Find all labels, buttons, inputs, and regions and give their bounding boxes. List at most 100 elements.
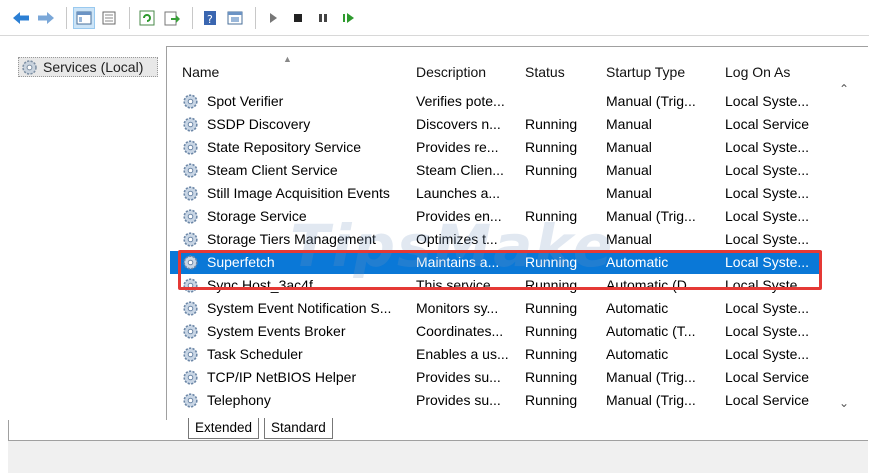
cell-description: Provides en... [416, 208, 502, 224]
cell-log-on-as: Local Service [725, 392, 810, 408]
cell-name: Still Image Acquisition Events [207, 185, 390, 201]
vertical-scrollbar[interactable]: ⌃ ⌄ [822, 78, 868, 420]
stop-icon[interactable] [287, 7, 309, 29]
refresh-icon[interactable] [136, 7, 158, 29]
cell-startup-type: Manual (Trig... [606, 392, 696, 408]
cell-name: Spot Verifier [207, 93, 284, 109]
table-row[interactable]: System Events Broker Coordinates... Runnin… [170, 320, 822, 343]
table-row[interactable]: System Event Notification S... Monitors s… [170, 297, 822, 320]
cell-status [525, 182, 601, 205]
cell-startup-type: Manual [606, 116, 652, 132]
cell-status [525, 228, 601, 251]
table-row[interactable]: Storage Tiers Management Optimizes t... Ma… [170, 228, 822, 251]
cell-status: Running [525, 116, 578, 132]
table-row[interactable]: Storage Service Provides en... Running Manu… [170, 205, 822, 228]
cell-name: TCP/IP NetBIOS Helper [207, 369, 357, 385]
service-gear-icon [182, 231, 199, 248]
column-header-name[interactable]: Name [182, 58, 412, 86]
view-tabs: Extended Standard [170, 418, 868, 440]
cell-startup-type: Manual [606, 231, 652, 247]
tree-item-services-local[interactable]: Services (Local) [18, 57, 158, 77]
cell-log-on-as: Local Service [725, 116, 810, 132]
cell-name: SSDP Discovery [207, 116, 311, 132]
cell-name: Steam Client Service [207, 162, 338, 178]
properties-icon[interactable] [98, 7, 120, 29]
column-header-status[interactable]: Status [525, 58, 597, 86]
back-arrow-icon[interactable] [10, 7, 32, 29]
column-header-startup-type[interactable]: Startup Type [606, 58, 718, 86]
column-header-log-on-as[interactable]: Log On As [725, 58, 820, 86]
cell-name: Storage Service [207, 208, 307, 224]
service-gear-icon [182, 139, 199, 156]
toolbar-separator [192, 6, 193, 29]
cell-description: Provides su... [416, 369, 501, 385]
table-row[interactable]: Spot Verifier Verifies pote... Manual (Tri… [170, 90, 822, 113]
cell-status: Running [525, 300, 578, 316]
cell-name: Storage Tiers Management [207, 231, 376, 247]
cell-log-on-as: Local Syste... [725, 231, 810, 247]
table-row[interactable]: Task Scheduler Enables a us... Running Auto… [170, 343, 822, 366]
tree-item-label: Services (Local) [43, 59, 144, 75]
gear-icon [22, 59, 37, 75]
cell-startup-type: Automatic [606, 300, 669, 316]
cell-description: Verifies pote... [416, 93, 505, 109]
table-row[interactable]: Still Image Acquisition Events Launches a… [170, 182, 822, 205]
selected-row-highlight-box [178, 250, 822, 290]
cell-startup-type: Manual [606, 162, 652, 178]
restart-icon[interactable] [337, 7, 359, 29]
cell-log-on-as: Local Syste... [725, 93, 810, 109]
cell-description: Provides su... [416, 392, 501, 408]
column-header-description[interactable]: Description [416, 58, 520, 86]
console-tree-icon[interactable] [73, 6, 95, 29]
service-gear-icon [182, 392, 199, 409]
cell-startup-type: Automatic [606, 346, 669, 362]
table-row[interactable]: Telephony Provides su... Running Manual (Tr… [170, 389, 822, 412]
toolbar-separator [66, 6, 67, 29]
cell-name: System Event Notification S... [207, 300, 392, 316]
service-gear-icon [182, 185, 199, 202]
cell-startup-type: Manual [606, 185, 652, 201]
cell-description: Coordinates... [416, 323, 504, 339]
toolbar-separator [255, 6, 256, 29]
cell-status: Running [525, 139, 578, 155]
table-row[interactable]: SSDP Discovery Discovers n... Running Manua… [170, 113, 822, 136]
cell-status: Running [525, 369, 578, 385]
forward-arrow-icon[interactable] [35, 7, 57, 29]
cell-description: Discovers n... [416, 116, 501, 132]
console-tree-pane: Services (Local) [8, 46, 167, 420]
help-icon[interactable]: ? [199, 7, 221, 29]
cell-name: Task Scheduler [207, 346, 303, 362]
cell-log-on-as: Local Syste... [725, 208, 810, 224]
scroll-down-icon[interactable]: ⌄ [839, 396, 849, 410]
cell-startup-type: Manual (Trig... [606, 208, 696, 224]
cell-status: Running [525, 323, 578, 339]
tab-extended[interactable]: Extended [188, 418, 260, 439]
cell-description: Launches a... [416, 185, 501, 201]
service-gear-icon [182, 116, 199, 133]
pause-icon[interactable] [312, 7, 334, 29]
svg-text:?: ? [207, 13, 213, 26]
status-bar [8, 440, 868, 473]
cell-log-on-as: Local Syste... [725, 185, 810, 201]
service-gear-icon [182, 162, 199, 179]
service-gear-icon [182, 208, 199, 225]
cell-status: Running [525, 208, 578, 224]
cell-name: Telephony [207, 392, 271, 408]
cell-log-on-as: Local Syste... [725, 300, 810, 316]
cell-startup-type: Manual [606, 139, 652, 155]
table-row[interactable]: TCP/IP NetBIOS Helper Provides su... Runni… [170, 366, 822, 389]
tab-standard[interactable]: Standard [264, 418, 333, 439]
table-row[interactable]: Steam Client Service Steam Clien... Runnin… [170, 159, 822, 182]
cell-log-on-as: Local Service [725, 369, 810, 385]
mmc-icon[interactable] [224, 7, 246, 29]
column-header-row: ▲ Name Description Status Startup Type L… [170, 46, 868, 90]
scroll-up-icon[interactable]: ⌃ [839, 82, 849, 96]
toolbar: ? [0, 0, 869, 36]
cell-startup-type: Manual (Trig... [606, 93, 696, 109]
export-icon[interactable] [161, 7, 183, 29]
cell-status: Running [525, 162, 578, 178]
cell-log-on-as: Local Syste... [725, 346, 810, 362]
services-list-pane: ▲ Name Description Status Startup Type L… [170, 46, 868, 420]
play-icon[interactable] [262, 7, 284, 29]
table-row[interactable]: State Repository Service Provides re... Ru… [170, 136, 822, 159]
